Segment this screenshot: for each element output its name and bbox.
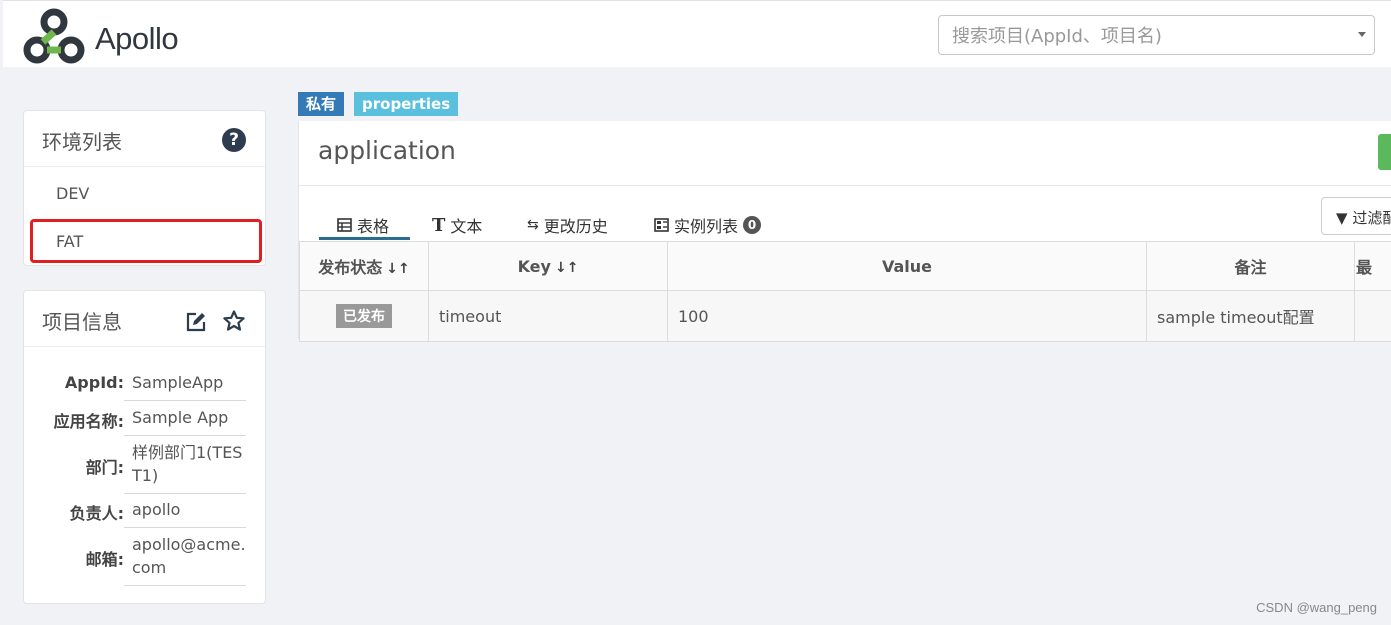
status-cell: 已发布 [299, 290, 429, 342]
history-icon: ⇆ [527, 217, 539, 233]
project-search-select[interactable] [938, 15, 1375, 55]
sort-icon[interactable]: ↓↑ [555, 260, 578, 276]
namespace-title: application [318, 136, 456, 165]
text-icon: T [432, 214, 446, 236]
appid-value: SampleApp [124, 369, 246, 401]
status-header-label: 发布状态 [318, 258, 383, 277]
app-name-value: Sample App [124, 404, 246, 436]
namespace-panel: application 表格 T 文本 ⇆ 更改历史 实例列表 0 ▼ 过滤配置 [298, 121, 1391, 342]
tab-instances[interactable]: 实例列表 0 [654, 213, 762, 237]
chevron-down-icon[interactable] [1358, 32, 1366, 37]
app-name-label: 应用名称: [53, 412, 124, 431]
top-header: Apollo [3, 0, 1391, 67]
table-header-row: 发布状态 ↓↑ Key ↓↑ Value 备注 最 [299, 241, 1391, 291]
department-value: 样例部门1(TEST1) [124, 439, 246, 494]
tab-instances-label: 实例列表 [674, 217, 739, 236]
owner-value: apollo [124, 496, 246, 528]
project-info-panel: 项目信息 AppId: SampleApp 应用名称: Sample App 部… [23, 290, 266, 604]
edit-icon[interactable] [185, 311, 207, 333]
tab-table[interactable]: 表格 [337, 213, 389, 237]
column-header-status[interactable]: 发布状态 ↓↑ [299, 241, 429, 291]
key-cell: timeout [428, 290, 668, 342]
instance-icon [654, 218, 669, 232]
env-fat-highlight [30, 219, 262, 263]
instance-count-badge: 0 [743, 216, 762, 234]
tab-table-label: 表格 [357, 217, 390, 236]
table-row: 已发布 timeout 100 sample timeout配置 [299, 290, 1391, 342]
namespace-action-button[interactable] [1378, 134, 1391, 170]
properties-tag: properties [354, 92, 459, 116]
project-info-header: 项目信息 [24, 291, 265, 347]
config-table: 发布状态 ↓↑ Key ↓↑ Value 备注 最 已发布 timeout 100 … [299, 241, 1391, 342]
divider [299, 185, 1391, 186]
apollo-logo-icon[interactable] [23, 7, 87, 65]
private-tag: 私有 [298, 92, 345, 116]
column-header-last: 最 [1354, 241, 1391, 291]
star-icon[interactable] [222, 309, 246, 333]
search-input[interactable] [950, 17, 1344, 55]
value-cell: 100 [667, 290, 1147, 342]
email-value: apollo@acme.com [124, 531, 246, 586]
email-label: 邮箱: [85, 550, 124, 569]
department-label: 部门: [85, 458, 124, 477]
filter-icon: ▼ [1336, 209, 1348, 227]
env-list-panel: 环境列表 ? DEV FAT [23, 110, 266, 266]
env-list-title: 环境列表 [42, 130, 122, 154]
key-header-label: Key [517, 256, 551, 276]
filter-label: 过滤配置 [1352, 209, 1391, 227]
env-item-dev[interactable]: DEV [56, 184, 89, 203]
comment-cell: sample timeout配置 [1146, 290, 1355, 342]
column-header-value: Value [667, 241, 1147, 291]
project-info-title: 项目信息 [42, 310, 122, 334]
tab-history[interactable]: ⇆ 更改历史 [527, 213, 608, 237]
help-icon[interactable]: ? [222, 128, 246, 152]
column-header-key[interactable]: Key ↓↑ [428, 241, 668, 291]
owner-label: 负责人: [69, 504, 124, 523]
watermark: CSDN @wang_peng [1256, 600, 1377, 615]
table-icon [337, 218, 352, 232]
tab-history-label: 更改历史 [543, 217, 608, 236]
published-badge: 已发布 [336, 304, 392, 328]
last-cell [1354, 290, 1391, 342]
tab-text-label: 文本 [450, 217, 483, 236]
sort-icon[interactable]: ↓↑ [386, 261, 409, 277]
active-tab-indicator [319, 237, 410, 240]
column-header-comment: 备注 [1146, 241, 1355, 291]
tab-text[interactable]: T 文本 [432, 213, 482, 237]
brand-name[interactable]: Apollo [95, 21, 179, 57]
appid-label: AppId: [64, 373, 124, 392]
env-list-header: 环境列表 ? [24, 111, 265, 167]
filter-config-button[interactable]: ▼ 过滤配置 [1321, 197, 1391, 235]
